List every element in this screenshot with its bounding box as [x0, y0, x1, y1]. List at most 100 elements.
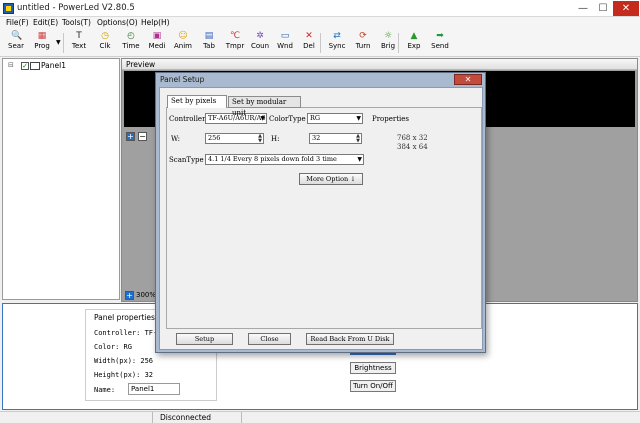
minimize-button[interactable]: —	[574, 1, 592, 16]
toolbar-label: Send	[431, 42, 449, 50]
toolbar-button-del[interactable]: ✕ Del	[297, 31, 321, 57]
toolbar-button-send[interactable]: ➡ Send	[428, 31, 452, 57]
tab-set-by-modular-unit[interactable]: Set by modular unit	[228, 96, 301, 117]
time-icon: ◴	[127, 31, 135, 41]
dialog-title: Panel Setup	[160, 75, 205, 84]
toolbar-label: Del	[303, 42, 315, 50]
dialog-body: Controller TF-A6U/A6UR/A6▼ ColorType RG▼…	[159, 87, 483, 350]
text-icon: T	[76, 31, 82, 41]
send-icon: ➡	[436, 31, 444, 41]
dialog-close-button[interactable]: ✕	[454, 74, 482, 85]
maximize-button[interactable]: ☐	[594, 1, 612, 16]
window-title: untitled - PowerLed V2.80.5	[17, 3, 135, 13]
read-back-button[interactable]: Read Back From U Disk	[306, 333, 394, 345]
brightness-button[interactable]: Brightness	[350, 362, 396, 374]
more-option-button[interactable]: More Option ↓	[299, 173, 363, 185]
panel-tree: ⊟ ✓ Panel1	[2, 58, 120, 300]
preview-title: Preview	[126, 60, 156, 69]
height-label: H:	[271, 135, 280, 143]
toolbar-button-exp[interactable]: ▲ Exp	[402, 31, 426, 57]
menu-help[interactable]: Help(H)	[141, 18, 170, 27]
scantype-value: 4.1 1/4 Every 8 pixels down fold 3 time	[208, 155, 337, 163]
colortype-label: ColorType	[269, 115, 306, 123]
scantype-select[interactable]: 4.1 1/4 Every 8 pixels down fold 3 time ▼	[205, 154, 364, 165]
height-input[interactable]: 32 ▲ ▼	[309, 133, 362, 144]
toolbar-label: Time	[122, 42, 140, 50]
tree-checkbox[interactable]: ✓	[21, 62, 29, 70]
preview-title-bar: Preview	[122, 59, 637, 70]
turn-on-off-button[interactable]: Turn On/Off	[350, 380, 396, 392]
chevron-down-icon: ▼	[260, 115, 265, 122]
close-button[interactable]: ✕	[613, 1, 639, 16]
toolbar-label: Turn	[355, 42, 371, 50]
toolbar-button-coun[interactable]: ✲ Coun	[248, 31, 272, 57]
toolbar-button-anim[interactable]: ☺ Anim	[171, 31, 195, 57]
panel-icon	[30, 62, 40, 70]
toolbar-label: Sync	[328, 42, 346, 50]
menu-file[interactable]: File(F)	[6, 18, 29, 27]
tab-set-by-pixels[interactable]: Set by pixels	[167, 95, 227, 108]
menu-bar: File(F) Edit(E) Tools(T) Options(O) Help…	[0, 17, 640, 29]
toolbar-button-brig[interactable]: ☼ Brig	[376, 31, 400, 57]
search-icon: 🔍	[11, 31, 23, 41]
properties-title: Panel properties	[94, 313, 155, 322]
chevron-down-icon: ▼	[356, 115, 361, 122]
add-area-button[interactable]: +	[126, 132, 135, 141]
toolbar-separator	[320, 33, 321, 53]
props-line-2: 384 x 64	[397, 143, 428, 151]
spinner-icon[interactable]: ▲ ▼	[356, 134, 360, 144]
menu-options[interactable]: Options(O)	[97, 18, 138, 27]
toolbar-button-time[interactable]: ◴ Time	[119, 31, 143, 57]
toolbar-separator	[398, 33, 399, 53]
controller-label: Controller	[169, 115, 206, 123]
toolbar-button-clk[interactable]: ◷ Clk	[93, 31, 117, 57]
toolbar-label: Brig	[380, 42, 396, 50]
tree-item-label: Panel1	[41, 61, 67, 70]
toolbar-button-wnd[interactable]: ▭ Wnd	[273, 31, 297, 57]
width-label: W:	[171, 135, 180, 143]
toolbar-button-prog[interactable]: ▦ Prog	[30, 31, 54, 57]
toolbar-button-sear[interactable]: 🔍 Sear	[4, 31, 28, 57]
properties-label: Properties	[372, 115, 410, 123]
chevron-down-icon: ▼	[357, 156, 362, 163]
toolbar-label: Prog	[34, 42, 50, 50]
expander-icon[interactable]: ⊟	[8, 61, 14, 69]
prop-width: Width(px): 256	[94, 357, 154, 365]
spinner-icon[interactable]: ▲ ▼	[258, 134, 262, 144]
toolbar-label: Clk	[99, 42, 111, 50]
clock-icon: ◷	[101, 31, 109, 41]
close-dialog-button[interactable]: Close	[248, 333, 291, 345]
toolbar-label: Tmpr	[225, 42, 245, 50]
delete-icon: ✕	[305, 31, 313, 41]
counter-icon: ✲	[256, 31, 264, 41]
panel-setup-dialog: Panel Setup ✕ Controller TF-A6U/A6UR/A6▼…	[155, 72, 486, 353]
menu-tools[interactable]: Tools(T)	[62, 18, 91, 27]
tab-panel: Controller TF-A6U/A6UR/A6▼ ColorType RG▼…	[166, 107, 482, 329]
panel-name-input[interactable]: Panel1	[128, 383, 180, 395]
prop-color: Color: RG	[94, 343, 132, 351]
props-line-1: 768 x 32	[397, 134, 428, 142]
toolbar-button-tmpr[interactable]: ℃ Tmpr	[223, 31, 247, 57]
colortype-select[interactable]: RG ▼	[307, 113, 363, 124]
toolbar-button-turn[interactable]: ⟳ Turn	[351, 31, 375, 57]
toolbar-button-text[interactable]: T Text	[67, 31, 91, 57]
brightness-icon: ☼	[383, 31, 393, 41]
scantype-label: ScanType	[169, 156, 204, 164]
zoom-level: 300%	[136, 291, 157, 299]
toolbar-button-medi[interactable]: ▣ Medi	[145, 31, 169, 57]
setup-button[interactable]: Setup	[176, 333, 233, 345]
menu-edit[interactable]: Edit(E)	[33, 18, 58, 27]
turn-icon: ⟳	[359, 31, 367, 41]
remove-area-button[interactable]: −	[138, 132, 147, 141]
toolbar-label: Tab	[203, 42, 215, 50]
zoom-in-button[interactable]: +	[125, 291, 134, 300]
width-input[interactable]: 256 ▲ ▼	[205, 133, 264, 144]
animation-icon: ☺	[178, 31, 188, 41]
table-icon: ▤	[204, 31, 214, 41]
toolbar-button-sync[interactable]: ⇄ Sync	[325, 31, 349, 57]
toolbar-label: Medi	[148, 42, 166, 50]
program-icon: ▦	[37, 31, 47, 41]
status-bar	[0, 411, 640, 423]
toolbar-button-tab[interactable]: ▤ Tab	[197, 31, 221, 57]
program-dropdown-icon[interactable]: ▼	[56, 39, 61, 46]
